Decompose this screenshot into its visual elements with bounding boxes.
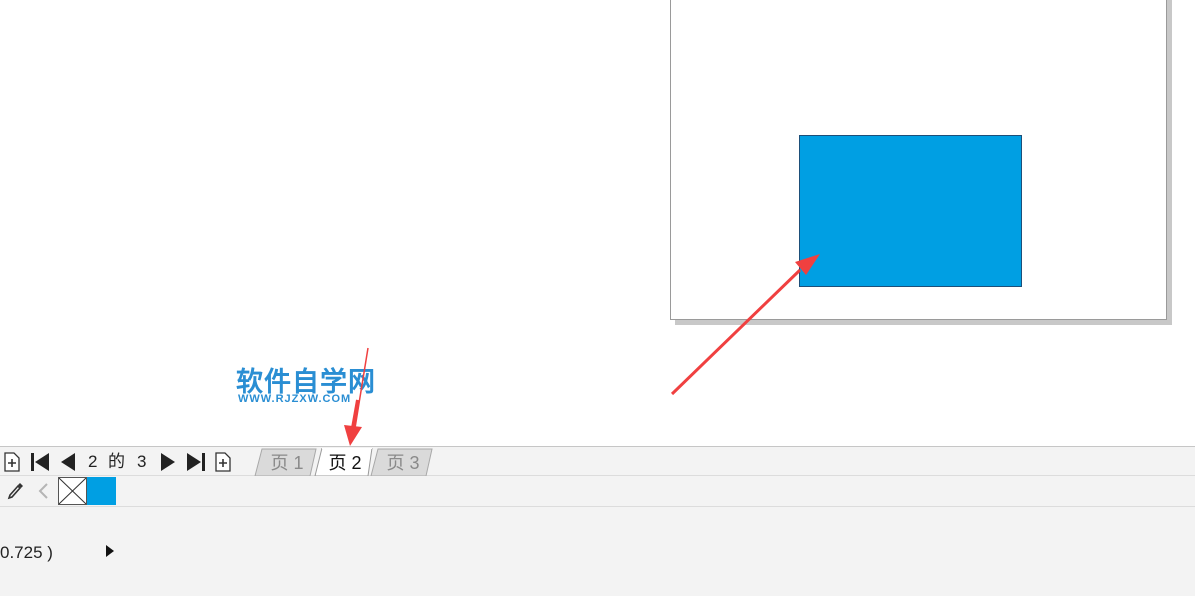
arrow-to-page-tab: [344, 347, 369, 446]
last-page-icon[interactable]: [184, 452, 208, 472]
status-bar: 0.725 ): [0, 507, 1195, 596]
page-tab-2-label: 页 2: [328, 453, 362, 473]
add-page-after-icon[interactable]: [213, 452, 233, 472]
eyedropper-icon[interactable]: [6, 481, 26, 501]
page-tab-3-label: 页 3: [386, 453, 420, 473]
scroll-left-icon[interactable]: [34, 481, 52, 501]
arrow-to-rectangle: [670, 254, 820, 396]
color-palette: [0, 476, 1195, 507]
current-page-number[interactable]: 2: [88, 452, 97, 472]
page-navigator: 2 的 3 页 1 页 2 页 3: [0, 446, 1195, 476]
drawing-workspace[interactable]: 软件自学网 WWW.RJZXW.COM: [0, 0, 1195, 446]
page-of-label: 的: [108, 452, 125, 471]
blue-swatch[interactable]: [87, 477, 116, 505]
next-page-icon[interactable]: [158, 452, 178, 472]
page-tab-3[interactable]: 页 3: [370, 448, 436, 476]
page-tab-2[interactable]: 页 2: [314, 448, 376, 476]
previous-page-icon[interactable]: [58, 452, 78, 472]
no-fill-swatch[interactable]: [58, 477, 87, 505]
play-right-icon[interactable]: [105, 544, 115, 563]
first-page-icon[interactable]: [28, 452, 52, 472]
page-tab-1-label: 页 1: [270, 453, 304, 473]
status-coordinates: 0.725 ): [0, 543, 53, 562]
total-pages-number: 3: [137, 452, 147, 471]
page-tab-1[interactable]: 页 1: [254, 448, 320, 476]
add-page-before-icon[interactable]: [2, 452, 22, 472]
